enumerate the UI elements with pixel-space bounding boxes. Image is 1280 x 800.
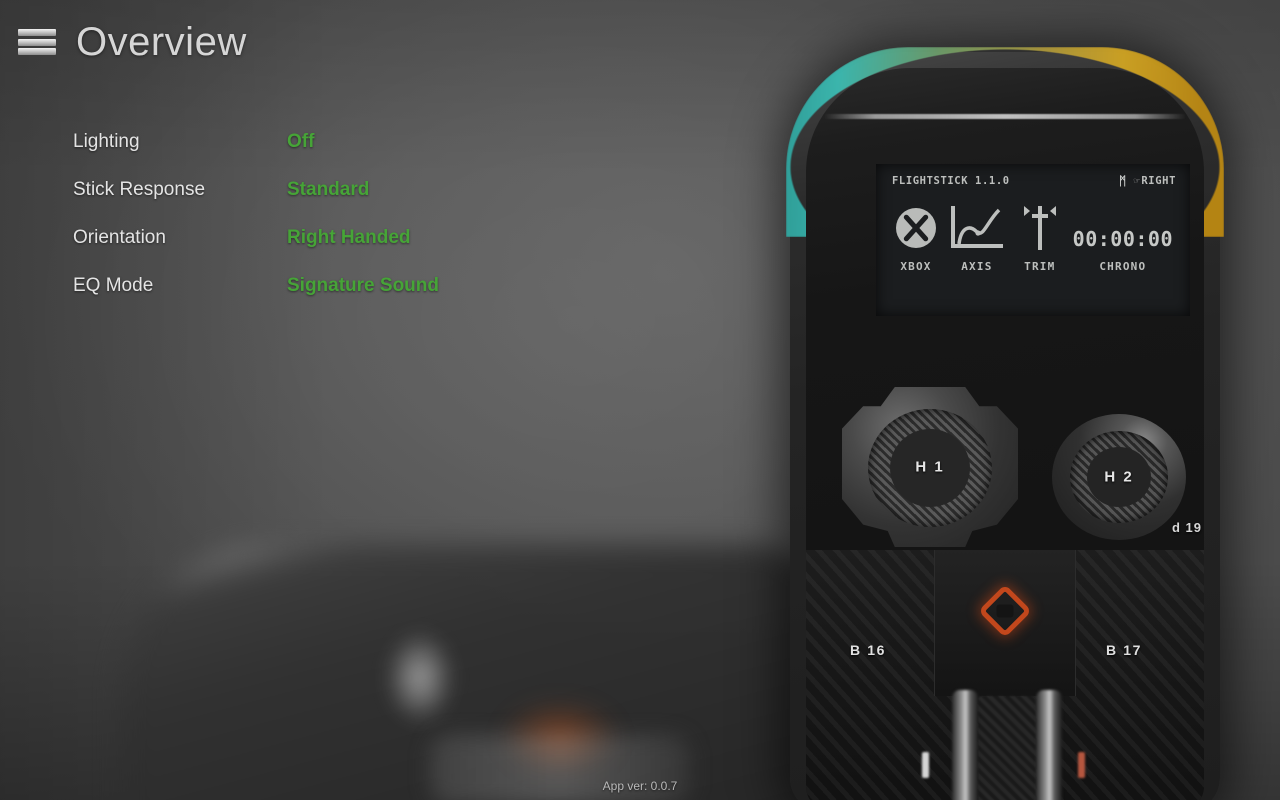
top-app-bar: Overview	[0, 0, 1280, 84]
settings-row-lighting[interactable]: Lighting Off	[73, 131, 439, 179]
settings-summary-list: Lighting Off Stick Response Standard Ori…	[73, 131, 439, 323]
app-ui-overlay: Overview Lighting Off Stick Response Sta…	[0, 0, 1280, 800]
setting-value: Standard	[287, 179, 370, 200]
setting-value: Signature Sound	[287, 275, 439, 296]
setting-label: EQ Mode	[73, 275, 154, 296]
settings-row-eq-mode[interactable]: EQ Mode Signature Sound	[73, 275, 439, 323]
settings-row-stick-response[interactable]: Stick Response Standard	[73, 179, 439, 227]
settings-row-orientation[interactable]: Orientation Right Handed	[73, 227, 439, 275]
setting-label: Lighting	[73, 131, 140, 152]
setting-value: Right Handed	[287, 227, 411, 248]
setting-label: Orientation	[73, 227, 166, 248]
hamburger-menu-icon[interactable]	[18, 29, 56, 55]
setting-label: Stick Response	[73, 179, 206, 200]
setting-value: Off	[287, 131, 315, 152]
app-version-footer: App ver: 0.0.7	[602, 779, 678, 793]
page-title: Overview	[76, 20, 247, 64]
